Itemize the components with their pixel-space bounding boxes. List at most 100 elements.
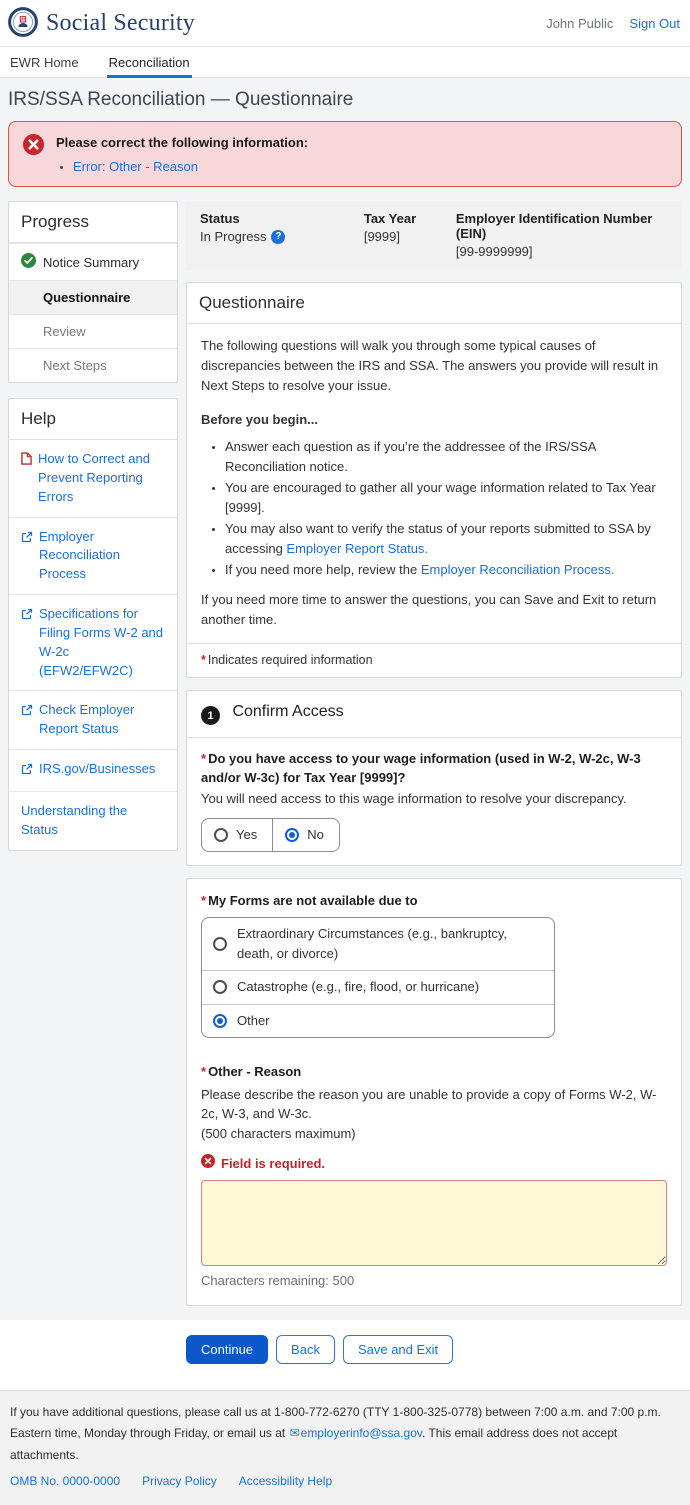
before-you-begin-list: Answer each question as if you’re the ad…	[225, 437, 667, 581]
ein-column: Employer Identification Number (EIN) [99…	[456, 211, 668, 259]
help-link-reporting-errors[interactable]: How to Correct and Prevent Reporting Err…	[9, 440, 177, 517]
status-label: Status	[200, 211, 364, 226]
list-item: You may also want to verify the status o…	[225, 519, 667, 559]
progress-item-label: Questionnaire	[43, 290, 130, 305]
footer: If you have additional questions, please…	[0, 1390, 690, 1505]
progress-item-notice-summary[interactable]: Notice Summary	[9, 243, 177, 280]
radio-selected-icon[interactable]	[285, 828, 299, 842]
other-reason-description: Please describe the reason you are unabl…	[201, 1085, 667, 1144]
nav-item-ewr-home[interactable]: EWR Home	[8, 47, 81, 77]
help-link-label: How to Correct and Prevent Reporting Err…	[38, 450, 165, 507]
forms-unavailable-card: * My Forms are not available due to Extra…	[186, 878, 682, 1306]
option-label: Other	[237, 1011, 270, 1031]
external-link-icon	[21, 703, 33, 739]
required-note-text: Indicates required information	[208, 653, 373, 667]
check-circle-icon	[21, 253, 36, 271]
confirm-access-body: *Do you have access to your wage informa…	[187, 738, 681, 865]
alert-error-link[interactable]: Error: Other - Reason	[73, 159, 198, 174]
progress-item-review: Review	[9, 314, 177, 348]
main-nav: EWR Home Reconciliation	[0, 46, 690, 78]
help-link-label: IRS.gov/Businesses	[39, 760, 155, 781]
radio-icon[interactable]	[213, 980, 227, 994]
help-link-label: Check Employer Report Status	[39, 701, 165, 739]
nav-item-reconciliation[interactable]: Reconciliation	[107, 47, 192, 77]
accessibility-help-link[interactable]: Accessibility Help	[239, 1471, 332, 1493]
progress-item-label: Next Steps	[43, 358, 107, 373]
continue-button[interactable]: Continue	[186, 1335, 268, 1364]
outro-text: If you need more time to answer the ques…	[201, 590, 667, 630]
description-line: (500 characters maximum)	[201, 1124, 667, 1144]
step-number-icon: 1	[201, 706, 220, 725]
no-label: No	[307, 825, 324, 845]
help-link-report-status[interactable]: Check Employer Report Status	[9, 690, 177, 749]
other-reason-block: *Other - Reason Please describe the reas…	[201, 1062, 667, 1292]
help-title: Help	[21, 409, 56, 428]
help-link-label: Employer Reconciliation Process	[39, 528, 165, 585]
progress-item-questionnaire[interactable]: Questionnaire	[9, 280, 177, 314]
field-label-text: Other - Reason	[208, 1064, 301, 1079]
back-button[interactable]: Back	[276, 1335, 335, 1364]
action-buttons: Continue Back Save and Exit	[0, 1320, 690, 1390]
brand-name: Social Security	[46, 10, 195, 37]
forms-unavailable-body: * My Forms are not available due to Extra…	[187, 879, 681, 1305]
header: Social Security John Public Sign Out	[0, 0, 690, 46]
user-name: John Public	[546, 16, 613, 31]
progress-header: Progress	[9, 202, 177, 243]
radio-icon[interactable]	[213, 937, 227, 951]
confirm-access-card: 1 Confirm Access *Do you have access to …	[186, 690, 682, 866]
help-link-irs-businesses[interactable]: IRS.gov/Businesses	[9, 749, 177, 791]
option-label: Catastrophe (e.g., fire, flood, or hurri…	[237, 977, 479, 997]
status-bar: Status In Progress ? Tax Year [9999] Emp…	[186, 201, 682, 270]
yes-option[interactable]: Yes	[202, 819, 272, 851]
omb-number-link[interactable]: OMB No. 0000-0000	[10, 1471, 120, 1493]
no-option[interactable]: No	[272, 819, 339, 851]
option-other[interactable]: Other	[202, 1004, 554, 1037]
field-error-message: Field is required.	[201, 1154, 667, 1174]
option-extraordinary-circumstances[interactable]: Extraordinary Circumstances (e.g., bankr…	[202, 918, 554, 970]
sign-out-link[interactable]: Sign Out	[629, 16, 680, 31]
list-item: Answer each question as if you’re the ad…	[225, 437, 667, 477]
footer-contact-text: If you have additional questions, please…	[10, 1402, 678, 1467]
yes-label: Yes	[236, 825, 257, 845]
status-value: In Progress	[200, 229, 266, 244]
footer-links: OMB No. 0000-0000 Privacy Policy Accessi…	[10, 1471, 678, 1493]
help-link-specifications[interactable]: Specifications for Filing Forms W-2 and …	[9, 594, 177, 690]
field-label-text: My Forms are not available due to	[208, 893, 418, 908]
ein-label: Employer Identification Number (EIN)	[456, 211, 668, 241]
option-catastrophe[interactable]: Catastrophe (e.g., fire, flood, or hurri…	[202, 970, 554, 1003]
radio-icon[interactable]	[214, 828, 228, 842]
progress-item-next-steps: Next Steps	[9, 348, 177, 382]
email-link[interactable]: employerinfo@ssa.gov	[301, 1426, 422, 1440]
radio-selected-icon[interactable]	[213, 1014, 227, 1028]
error-circle-icon	[23, 134, 44, 176]
save-and-exit-button[interactable]: Save and Exit	[343, 1335, 453, 1364]
external-link-icon	[21, 607, 33, 680]
ein-value: [99-9999999]	[456, 244, 668, 259]
progress-title: Progress	[21, 212, 89, 231]
wage-access-question: *Do you have access to your wage informa…	[201, 750, 667, 786]
help-link-reconciliation-process[interactable]: Employer Reconciliation Process	[9, 517, 177, 595]
external-link-icon	[21, 762, 33, 781]
error-alert: Please correct the following information…	[8, 121, 682, 187]
help-link-label: Specifications for Filing Forms W-2 and …	[39, 605, 165, 680]
characters-remaining: Characters remaining: 500	[201, 1271, 667, 1291]
header-right: John Public Sign Out	[546, 16, 680, 31]
help-question-icon[interactable]: ?	[271, 230, 285, 244]
help-header: Help	[9, 399, 177, 440]
help-link-understanding-status[interactable]: Understanding the Status	[9, 791, 177, 850]
confirm-access-title: Confirm Access	[232, 703, 343, 720]
required-asterisk: *	[201, 1064, 206, 1079]
privacy-policy-link[interactable]: Privacy Policy	[142, 1471, 217, 1493]
progress-item-label: Review	[43, 324, 86, 339]
pdf-icon	[21, 452, 32, 507]
content-area: IRS/SSA Reconciliation — Questionnaire P…	[0, 78, 690, 1320]
description-line: Please describe the reason you are unabl…	[201, 1085, 667, 1124]
required-asterisk: *	[201, 751, 206, 766]
help-link-label: Understanding the Status	[21, 802, 165, 840]
other-reason-textarea[interactable]	[201, 1180, 667, 1266]
progress-card: Progress Notice Summary Questionnaire	[8, 201, 178, 383]
employer-reconciliation-process-link[interactable]: Employer Reconciliation Process.	[421, 562, 615, 577]
employer-report-status-link[interactable]: Employer Report Status.	[286, 541, 428, 556]
other-reason-label: *Other - Reason	[201, 1062, 667, 1082]
required-note: *Indicates required information	[187, 643, 681, 677]
